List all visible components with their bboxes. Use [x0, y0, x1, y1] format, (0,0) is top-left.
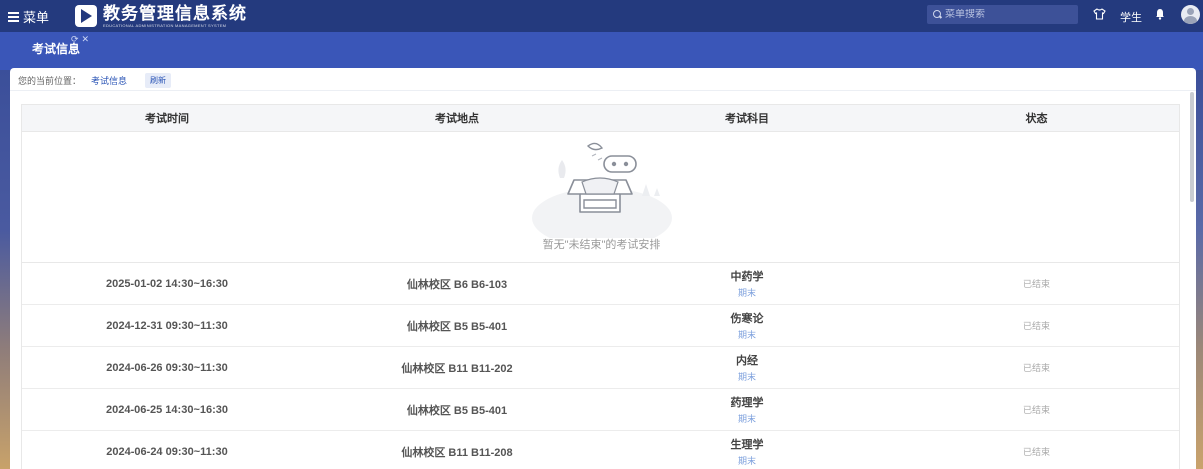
- table-row: 2024-06-26 09:30~11:30 仙林校区 B11 B11-202 内经…: [22, 347, 1179, 389]
- search-icon[interactable]: [933, 10, 942, 19]
- exam-type-tag: 期末: [737, 456, 756, 466]
- exam-type-tag: 期末: [737, 414, 756, 424]
- shirt-icon[interactable]: [1093, 8, 1106, 23]
- cell-exam-place: 仙林校区 B11 B11-202: [401, 362, 513, 375]
- cell-exam-place: 仙林校区 B11 B11-208: [401, 446, 513, 459]
- background-left: [0, 70, 10, 469]
- cell-status: 已结束: [1022, 279, 1050, 289]
- cell-exam-time: 2025-01-02 14:30~16:30: [105, 277, 228, 290]
- empty-box-icon: [522, 138, 682, 248]
- empty-message: 暂无"未结束"的考试安排: [542, 239, 661, 251]
- header-exam-place: 考试地点: [435, 113, 479, 125]
- subject-name: 生理学: [730, 439, 764, 451]
- tab-bar: 考试信息 ⟳ ✕: [0, 32, 1203, 70]
- table-header: 考试时间 考试地点 考试科目 状态: [22, 105, 1179, 132]
- avatar[interactable]: [1181, 5, 1200, 24]
- cell-exam-time: 2024-06-25 14:30~16:30: [105, 403, 228, 416]
- app-subtitle: EDUCATIONAL ADMINISTRATION MANAGEMENT SY…: [103, 22, 227, 28]
- app-title: 教务管理信息系统: [103, 3, 248, 23]
- refresh-icon[interactable]: ⟳: [71, 34, 79, 45]
- cell-exam-place: 仙林校区 B5 B5-401: [406, 320, 508, 333]
- exam-type-tag: 期末: [737, 330, 756, 340]
- cell-exam-subject: 生理学 期末: [602, 431, 892, 469]
- search-input[interactable]: [945, 9, 1065, 20]
- tab-actions: ⟳ ✕: [71, 34, 89, 45]
- logo-icon: [75, 5, 98, 27]
- subject-name: 药理学: [730, 397, 764, 409]
- exam-type-tag: 期末: [737, 372, 756, 382]
- table-row: 2024-06-24 09:30~11:30 仙林校区 B11 B11-208 生理…: [22, 431, 1179, 469]
- menu-search: [927, 5, 1078, 24]
- cell-status: 已结束: [1022, 363, 1050, 373]
- cell-exam-time: 2024-12-31 09:30~11:30: [106, 319, 228, 332]
- role-label[interactable]: 学生: [1120, 9, 1142, 25]
- cell-status: 已结束: [1022, 405, 1050, 415]
- scrollbar[interactable]: [1190, 92, 1194, 202]
- top-navbar: 菜单 教务管理信息系统 EDUCATIONAL ADMINISTRATION M…: [0, 0, 1203, 32]
- table-row: 2024-12-31 09:30~11:30 仙林校区 B5 B5-401 伤寒论期…: [22, 305, 1179, 347]
- subject-name: 伤寒论: [730, 313, 764, 325]
- header-exam-subject: 考试科目: [725, 113, 769, 125]
- cell-exam-subject: 中药学 期末: [602, 263, 892, 304]
- cell-exam-subject: 药理学 期末: [602, 389, 892, 430]
- refresh-button[interactable]: 刷新: [145, 73, 172, 88]
- empty-state: 暂无"未结束"的考试安排: [22, 132, 1179, 263]
- cell-exam-time: 2024-06-24 09:30~11:30: [106, 445, 228, 458]
- cell-exam-place: 仙林校区 B6 B6-103: [406, 278, 508, 291]
- exam-table: 考试时间 考试地点 考试科目 状态 暂无"未结束"的考试安排 2025-01-0…: [21, 104, 1180, 469]
- cell-status: 已结束: [1022, 321, 1050, 331]
- table-row: 2025-01-02 14:30~16:30 仙林校区 B6 B6-103 中药学期…: [22, 263, 1179, 305]
- menu-icon: [8, 11, 19, 22]
- breadcrumb-prefix: 您的当前位置：: [18, 76, 82, 86]
- app-logo[interactable]: 教务管理信息系统 EDUCATIONAL ADMINISTRATION MANA…: [75, 3, 248, 28]
- background-right: [1195, 70, 1203, 469]
- header-status: 状态: [1025, 113, 1048, 125]
- breadcrumb: 您的当前位置： 考试信息 刷新: [18, 73, 172, 88]
- content-panel: 您的当前位置： 考试信息 刷新 考试时间 考试地点 考试科目 状态 暂无"未结束…: [10, 68, 1196, 469]
- cell-status: 已结束: [1022, 447, 1050, 457]
- subject-name: 中药学: [730, 271, 764, 283]
- subject-name: 内经: [736, 355, 758, 367]
- table-row: 2024-06-25 14:30~16:30 仙林校区 B5 B5-401 药理学期…: [22, 389, 1179, 431]
- close-icon[interactable]: ✕: [82, 34, 90, 45]
- cell-exam-place: 仙林校区 B5 B5-401: [406, 404, 508, 417]
- cell-exam-subject: 内经 期末: [602, 347, 892, 388]
- menu-button[interactable]: 菜单: [8, 7, 49, 26]
- breadcrumb-current[interactable]: 考试信息: [91, 74, 127, 87]
- header-exam-time: 考试时间: [145, 113, 189, 125]
- table-body: 2025-01-02 14:30~16:30 仙林校区 B6 B6-103 中药学期…: [22, 263, 1179, 469]
- divider: [10, 90, 1196, 91]
- cell-exam-subject: 伤寒论 期末: [602, 305, 892, 346]
- cell-exam-time: 2024-06-26 09:30~11:30: [106, 361, 228, 374]
- exam-type-tag: 期末: [737, 288, 756, 298]
- bell-icon[interactable]: [1155, 8, 1165, 20]
- menu-label: 菜单: [23, 9, 50, 25]
